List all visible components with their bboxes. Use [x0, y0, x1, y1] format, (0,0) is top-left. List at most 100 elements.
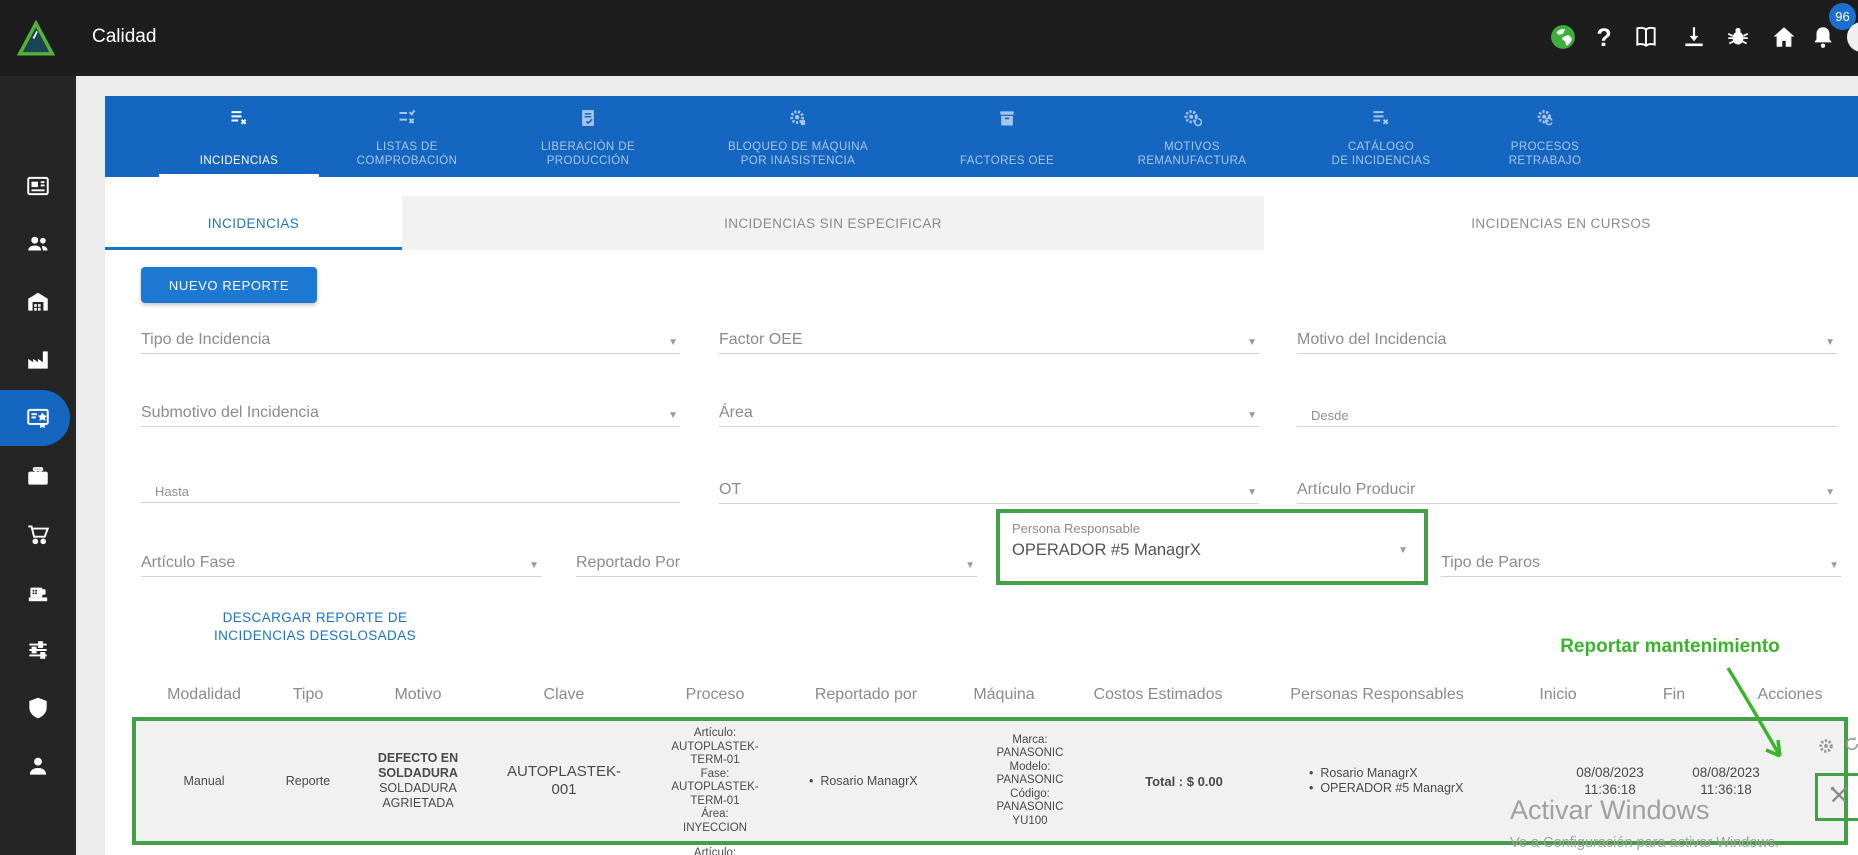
cell-costos-estimados: Total : $ 0.00 — [1085, 774, 1283, 789]
page-title: Calidad — [92, 26, 156, 48]
cell-modalidad: Manual — [147, 774, 261, 789]
home-icon[interactable] — [1770, 24, 1798, 52]
sidebar-item-cash-register[interactable] — [0, 563, 76, 621]
filter-articulo-producir[interactable]: Artículo Producir ▼ — [1297, 481, 1837, 507]
filter-placeholder: Desde — [1297, 408, 1349, 423]
cell-inicio: 08/08/202311:36:18 — [1549, 764, 1671, 798]
tab-label: PRODUCCIÓN — [547, 155, 630, 167]
tab-procesos-retrabajo[interactable]: PROCESOSRETRABAJO — [1460, 96, 1630, 177]
maintenance-tools-icon[interactable] — [1828, 784, 1850, 806]
column-header: Máquina — [949, 686, 1059, 704]
sidebar-item-quality[interactable] — [0, 389, 76, 447]
filter-tipo-de-incidencia[interactable]: Tipo de Incidencia ▼ — [141, 331, 680, 357]
tab-liberacion-de-produccion[interactable]: LIBERACIÓN DEPRODUCCIÓN — [498, 96, 678, 177]
tab-label: INCIDENCIAS — [200, 155, 279, 167]
subtab-incidencias-en-cursos[interactable]: INCIDENCIAS EN CURSOS — [1264, 196, 1858, 250]
column-header: Clave — [481, 686, 647, 704]
tab-label: BLOQUEO DE MÁQUINA — [728, 141, 868, 153]
filter-factor-oee[interactable]: Factor OEE ▼ — [719, 331, 1259, 357]
maintenance-highlight-box — [1815, 773, 1858, 821]
app-window: Calidad ? 96 — [0, 0, 1858, 855]
gear-icon[interactable] — [1817, 737, 1835, 755]
subtab-incidencias-sin-especificar[interactable]: INCIDENCIAS SIN ESPECIFICAR — [402, 196, 1264, 250]
notifications-bell-icon[interactable] — [1809, 24, 1837, 52]
filter-label: Factor OEE — [719, 331, 803, 348]
subtab-label: INCIDENCIAS SIN ESPECIFICAR — [724, 216, 942, 231]
filter-persona-responsable-highlighted[interactable]: Persona Responsable OPERADOR #5 ManagrX … — [996, 509, 1428, 585]
manual-book-icon[interactable] — [1632, 24, 1660, 52]
column-header: Reportado por — [783, 686, 949, 704]
table-header: Modalidad Tipo Motivo Clave Proceso Repo… — [147, 686, 1851, 704]
sidebar-item-shield[interactable] — [0, 679, 76, 737]
sidebar-item-briefcase[interactable] — [0, 447, 76, 505]
sidebar-item-sliders[interactable] — [0, 621, 76, 679]
tab-bloqueo-de-maquina[interactable]: BLOQUEO DE MÁQUINAPOR INASISTENCIA — [688, 96, 908, 177]
filter-label: OT — [719, 481, 741, 498]
filter-label: Área — [719, 404, 753, 421]
chevron-down-icon: ▼ — [529, 560, 539, 571]
tab-label: MOTIVOS — [1164, 141, 1220, 153]
cell-motivo: DEFECTO EN SOLDADURA SOLDADURA AGRIETADA — [355, 751, 481, 811]
next-row-peek: Artículo: — [652, 847, 778, 855]
sidebar-item-cart[interactable] — [0, 505, 76, 563]
new-report-button[interactable]: NUEVO REPORTE — [141, 267, 317, 303]
chevron-down-icon: ▼ — [1829, 560, 1839, 571]
cell-clave: AUTOPLASTEK-001 — [481, 763, 647, 799]
filter-label: Motivo del Incidencia — [1297, 331, 1446, 348]
subtab-incidencias[interactable]: INCIDENCIAS — [105, 196, 402, 250]
filter-label: Reportado Por — [576, 554, 680, 571]
cell-maquina: Marca: PANASONIC Modelo: PANASONIC Códig… — [975, 734, 1085, 829]
company-logo-icon[interactable] — [16, 18, 56, 58]
chevron-down-icon: ▼ — [668, 337, 678, 348]
filter-reportado-por[interactable]: Reportado Por ▼ — [576, 554, 977, 580]
chevron-down-icon: ▼ — [1825, 337, 1835, 348]
filter-desde-input[interactable]: Desde — [1297, 407, 1837, 433]
module-tab-bar: INCIDENCIAS LISTAS DECOMPROBACIÓN LIBERA… — [105, 96, 1858, 177]
link-line: DESCARGAR REPORTE DE — [170, 609, 460, 627]
watermark-activate-windows: Activar Windows — [1510, 795, 1710, 826]
chevron-down-icon: ▼ — [1398, 545, 1408, 556]
notification-count-badge[interactable]: 96 — [1829, 3, 1856, 30]
tab-motivos-remanufactura[interactable]: MOTIVOS REMANUFACTURA — [1102, 96, 1282, 177]
tab-catalogo-de-incidencias[interactable]: CATÁLOGODE INCIDENCIAS — [1291, 96, 1471, 177]
watermark-activate-windows-sub: Ve a Configuración para activar Windows. — [1510, 835, 1779, 851]
column-header: Proceso — [647, 686, 783, 704]
chevron-down-icon: ▼ — [965, 560, 975, 571]
cell-personas-responsables: • Rosario ManagrX • OPERADOR #5 ManagrX — [1283, 766, 1549, 796]
sidebar-item-people[interactable] — [0, 215, 76, 273]
filter-tipo-de-paros[interactable]: Tipo de Paros ▼ — [1441, 554, 1841, 580]
sidebar-item-news[interactable] — [0, 157, 76, 215]
tab-incidencias[interactable]: INCIDENCIAS — [139, 96, 339, 177]
filter-hasta-input[interactable]: Hasta — [141, 483, 680, 509]
help-icon[interactable]: ? — [1590, 24, 1618, 52]
column-header: Motivo — [355, 686, 481, 704]
chevron-down-icon: ▼ — [1247, 487, 1257, 498]
chevron-down-icon: ▼ — [1825, 487, 1835, 498]
subtab-label: INCIDENCIAS EN CURSOS — [1471, 216, 1650, 231]
tab-listas-de-comprobacion[interactable]: LISTAS DECOMPROBACIÓN — [322, 96, 492, 177]
cell-reportado-por: • Rosario ManagrX — [783, 774, 975, 789]
subtab-underline — [105, 247, 402, 250]
globe-icon[interactable] — [1549, 24, 1577, 52]
filter-articulo-fase[interactable]: Artículo Fase ▼ — [141, 554, 541, 580]
filter-submotivo-del-incidencia[interactable]: Submotivo del Incidencia ▼ — [141, 404, 680, 430]
filter-label: Persona Responsable — [1012, 521, 1140, 536]
sidebar-item-factory[interactable] — [0, 331, 76, 389]
sidebar-item-person[interactable] — [0, 737, 76, 795]
tab-label: REMANUFACTURA — [1138, 155, 1247, 167]
filter-area[interactable]: Área ▼ — [719, 404, 1259, 430]
download-icon[interactable] — [1680, 24, 1708, 52]
filter-ot[interactable]: OT ▼ — [719, 481, 1259, 507]
filter-motivo-del-incidencia[interactable]: Motivo del Incidencia ▼ — [1297, 331, 1837, 357]
download-report-link[interactable]: DESCARGAR REPORTE DE INCIDENCIAS DESGLOS… — [170, 609, 460, 645]
chevron-down-icon: ▼ — [1247, 337, 1257, 348]
tab-label: DE INCIDENCIAS — [1332, 155, 1431, 167]
bug-report-icon[interactable] — [1724, 24, 1752, 52]
refresh-icon[interactable] — [1843, 735, 1858, 753]
tab-label: PROCESOS — [1511, 141, 1579, 153]
chevron-down-icon: ▼ — [668, 410, 678, 421]
tab-factores-oee[interactable]: FACTORES OEE — [927, 96, 1087, 177]
filter-label: Artículo Fase — [141, 554, 235, 571]
sidebar-item-warehouse[interactable] — [0, 273, 76, 331]
tab-label: LISTAS DE — [376, 141, 438, 153]
